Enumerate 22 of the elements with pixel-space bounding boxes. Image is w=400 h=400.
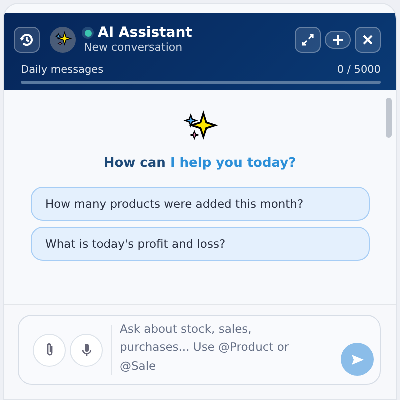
- conversation-subtitle: New conversation: [84, 41, 184, 54]
- microphone-button[interactable]: [70, 334, 103, 366]
- expand-button[interactable]: [295, 26, 321, 52]
- message-input[interactable]: Ask about stock, sales, purchases... Use @Product or @Sale: [120, 320, 324, 380]
- sparkles-icon: [54, 30, 72, 48]
- microphone-icon: [80, 342, 94, 358]
- new-chat-button[interactable]: [325, 30, 351, 48]
- close-button[interactable]: [355, 26, 381, 52]
- window-title: AI Assistant: [98, 25, 192, 41]
- greeting-heading: How can I help you today?: [104, 156, 296, 171]
- suggestion-chip[interactable]: How many products were added this month?: [30, 187, 370, 221]
- suggestion-chip[interactable]: What is today's profit and loss?: [30, 227, 370, 261]
- usage-count: 0 / 5000: [337, 64, 381, 76]
- message-field[interactable]: Ask about stock, sales, purchases... Use @Product or @Sale: [18, 315, 381, 385]
- close-icon: [362, 34, 374, 46]
- send-icon: [350, 352, 364, 366]
- plus-icon: [332, 34, 344, 46]
- expand-icon: [301, 32, 315, 46]
- usage-label: Daily messages: [21, 64, 104, 76]
- history-icon: [19, 32, 35, 48]
- attach-button[interactable]: [33, 334, 66, 366]
- history-button[interactable]: [14, 26, 40, 52]
